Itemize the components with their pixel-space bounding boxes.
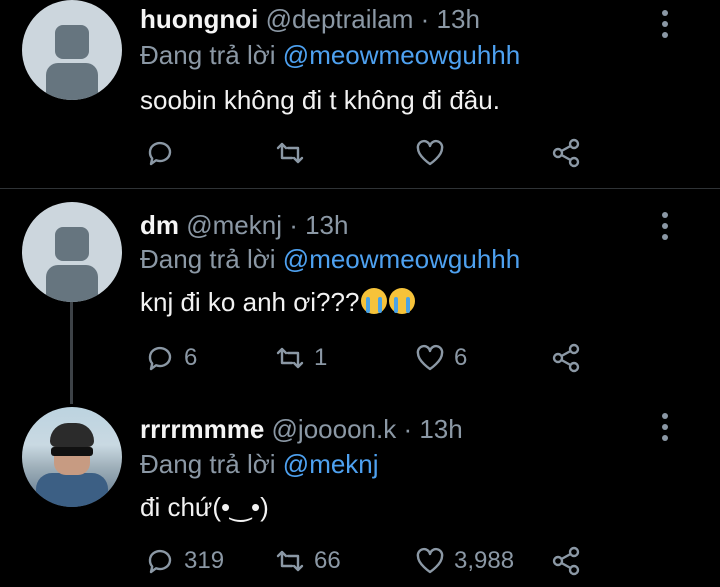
loudly-crying-emoji-icon (389, 288, 416, 314)
timestamp[interactable]: · 13h (421, 4, 480, 34)
reply-prefix: Đang trả lời (140, 244, 276, 274)
mention-link[interactable]: @meowmeowguhhh (283, 244, 520, 274)
reply-context: Đang trả lời @meowmeowguhhh (140, 40, 520, 71)
thread-connector (70, 302, 73, 404)
user-handle[interactable]: @meknj (186, 210, 282, 240)
retweet-icon (276, 550, 304, 572)
tweet-header: rrrrmmme @joooon.k · 13h (140, 414, 463, 445)
share-button[interactable] (550, 135, 582, 171)
tweet-header: huongnoi @deptrailam · 13h (140, 4, 480, 35)
more-icon[interactable] (660, 413, 670, 446)
like-icon (416, 547, 444, 574)
divider (0, 188, 720, 189)
retweet-button[interactable] (274, 135, 314, 171)
tweet-text-content: knj đi ko anh ơi??? (140, 287, 360, 317)
tweet-actions: 6 1 6 (140, 340, 600, 376)
reply-count: 319 (184, 547, 225, 574)
retweet-button[interactable]: 66 (274, 543, 341, 579)
reply-button[interactable]: 6 (144, 340, 197, 376)
reply-icon (148, 141, 172, 166)
tweet-text: đi chứ(•‿•) (140, 492, 269, 522)
retweet-count: 1 (314, 344, 328, 371)
display-name[interactable]: dm (140, 210, 179, 240)
mention-link[interactable]: @meknj (283, 449, 379, 479)
like-count: 3,988 (454, 547, 515, 574)
more-icon[interactable] (660, 212, 670, 245)
share-icon (552, 546, 580, 576)
reply-icon (148, 549, 172, 574)
more-icon[interactable] (660, 10, 670, 43)
share-button[interactable] (550, 543, 582, 579)
avatar[interactable] (22, 407, 122, 507)
tweet-actions: 319 66 3,988 (140, 543, 600, 579)
timestamp[interactable]: · 13h (403, 414, 462, 444)
like-count: 6 (454, 344, 468, 371)
like-icon (416, 344, 444, 371)
loudly-crying-emoji-icon (361, 288, 388, 314)
tweet-actions (140, 135, 600, 171)
reply-button[interactable] (144, 135, 184, 171)
like-button[interactable]: 3,988 (414, 543, 514, 579)
reply-prefix: Đang trả lời (140, 449, 276, 479)
tweet-text: soobin không đi t không đi đâu. (140, 85, 500, 115)
reply-icon (148, 346, 172, 371)
avatar[interactable] (22, 0, 122, 100)
retweet-count: 66 (314, 547, 341, 574)
reply-count: 6 (184, 344, 198, 371)
share-icon (552, 138, 580, 168)
display-name[interactable]: rrrrmmme (140, 414, 264, 444)
retweet-icon (276, 142, 304, 164)
timestamp[interactable]: · 13h (289, 210, 348, 240)
avatar[interactable] (22, 202, 122, 302)
like-icon (416, 139, 444, 166)
user-handle[interactable]: @deptrailam (266, 4, 414, 34)
like-button[interactable] (414, 135, 454, 171)
display-name[interactable]: huongnoi (140, 4, 258, 34)
tweet-header: dm @meknj · 13h (140, 210, 348, 241)
retweet-icon (276, 347, 304, 369)
like-button[interactable]: 6 (414, 340, 467, 376)
mention-link[interactable]: @meowmeowguhhh (283, 40, 520, 70)
user-handle[interactable]: @joooon.k (272, 414, 397, 444)
reply-context: Đang trả lời @meowmeowguhhh (140, 244, 520, 275)
reply-prefix: Đang trả lời (140, 40, 276, 70)
reply-button[interactable]: 319 (144, 543, 224, 579)
reply-context: Đang trả lời @meknj (140, 449, 379, 480)
share-button[interactable] (550, 340, 582, 376)
tweet-text: knj đi ko anh ơi??? (140, 287, 416, 318)
share-icon (552, 343, 580, 373)
retweet-button[interactable]: 1 (274, 340, 327, 376)
